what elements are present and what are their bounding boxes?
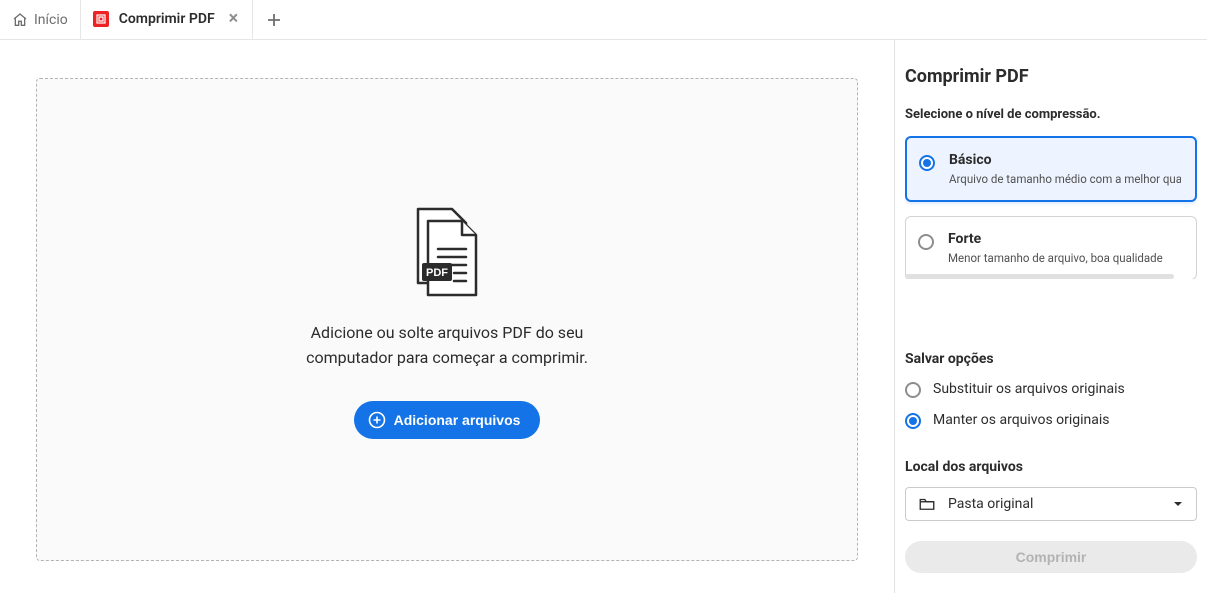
compress-tab-icon [93, 11, 109, 27]
scrollbar-track[interactable] [905, 274, 1174, 279]
tab-active-label: Comprimir PDF [119, 11, 215, 27]
tabs-bar: Início Comprimir PDF × [0, 0, 1207, 40]
tab-compress-pdf[interactable]: Comprimir PDF × [81, 0, 253, 40]
save-option-keep[interactable]: Manter os arquivos originais [905, 410, 1197, 429]
settings-panel: Comprimir PDF Selecione o nível de compr… [895, 40, 1207, 593]
compression-option-strong[interactable]: Forte Menor tamanho de arquivo, boa qual… [905, 216, 1197, 279]
pdf-documents-icon: PDF [406, 207, 488, 299]
radio-icon [919, 155, 935, 171]
plus-icon [267, 13, 281, 27]
radio-icon [905, 413, 921, 429]
compression-options: Básico Arquivo de tamanho médio com a me… [905, 136, 1197, 279]
option-basic-desc: Arquivo de tamanho médio com a melhor qu… [949, 172, 1181, 186]
file-location-value: Pasta original [948, 496, 1033, 512]
option-strong-title: Forte [948, 231, 1163, 247]
left-pane: PDF Adicione ou solte arquivos PDF do se… [0, 40, 895, 593]
save-option-keep-label: Manter os arquivos originais [933, 412, 1110, 428]
add-files-label: Adicionar arquivos [394, 412, 521, 428]
plus-circle-icon [368, 411, 386, 429]
option-strong-desc: Menor tamanho de arquivo, boa qualidade [948, 251, 1163, 265]
file-location-dropdown[interactable]: Pasta original [905, 487, 1197, 521]
dropzone-instructions: Adicione ou solte arquivos PDF do seu co… [267, 321, 627, 371]
folder-icon [918, 495, 936, 513]
add-files-button[interactable]: Adicionar arquivos [354, 401, 541, 439]
compression-option-basic[interactable]: Básico Arquivo de tamanho médio com a me… [905, 136, 1197, 202]
save-option-replace-label: Substituir os arquivos originais [933, 381, 1125, 397]
tab-home[interactable]: Início [6, 0, 81, 40]
radio-icon [918, 234, 934, 250]
file-dropzone[interactable]: PDF Adicione ou solte arquivos PDF do se… [36, 78, 858, 561]
tab-home-label: Início [34, 12, 68, 28]
save-option-replace[interactable]: Substituir os arquivos originais [905, 379, 1197, 398]
close-icon[interactable]: × [225, 9, 243, 29]
radio-icon [905, 382, 921, 398]
new-tab-button[interactable] [253, 0, 295, 40]
panel-title: Comprimir PDF [905, 66, 1197, 87]
home-icon [12, 12, 28, 28]
svg-text:PDF: PDF [426, 267, 448, 279]
compress-button[interactable]: Comprimir [905, 541, 1197, 573]
compress-button-label: Comprimir [1016, 549, 1087, 565]
compression-level-label: Selecione o nível de compressão. [905, 107, 1197, 122]
main-content: PDF Adicione ou solte arquivos PDF do se… [0, 40, 1207, 593]
option-basic-title: Básico [949, 152, 1181, 168]
chevron-down-icon [1172, 498, 1184, 510]
save-options-label: Salvar opções [905, 351, 1197, 367]
file-location-label: Local dos arquivos [905, 459, 1197, 475]
